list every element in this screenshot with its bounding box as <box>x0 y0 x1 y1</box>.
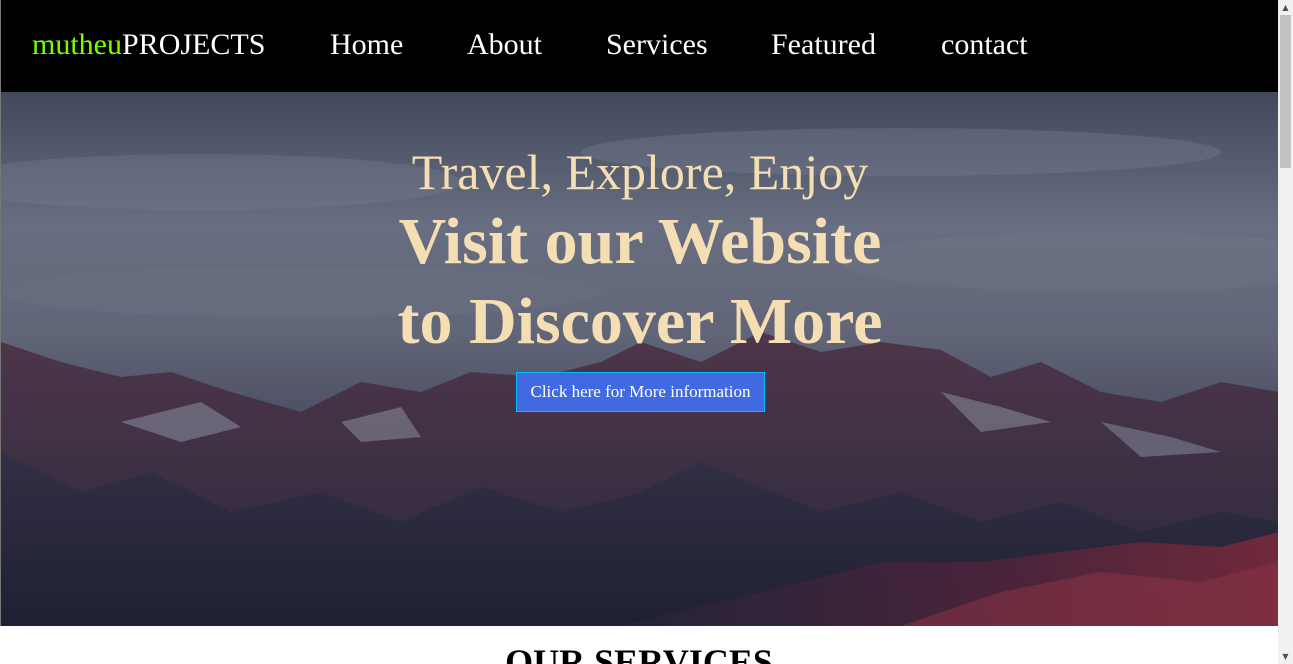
nav-link-featured[interactable]: Featured <box>771 27 876 63</box>
more-info-button[interactable]: Click here for More information <box>516 372 765 412</box>
logo-main-text: PROJECTS <box>122 28 266 61</box>
scroll-down-arrow-icon[interactable]: ▼ <box>1278 649 1293 664</box>
hero-section: Travel, Explore, Enjoy Visit our Website… <box>0 92 1278 626</box>
nav-link-contact[interactable]: contact <box>941 27 1028 63</box>
hero-title: Visit our Website to Discover More <box>1 202 1278 362</box>
scroll-up-arrow-icon[interactable]: ▲ <box>1278 0 1293 15</box>
logo[interactable]: mutheuPROJECTS <box>32 27 265 63</box>
services-heading: OUR SERVICES <box>505 642 773 664</box>
hero-subtitle: Travel, Explore, Enjoy <box>411 144 869 200</box>
scroll-thumb[interactable] <box>1280 15 1291 168</box>
navbar: mutheuPROJECTS Home About Services Featu… <box>0 0 1278 92</box>
nav-link-about[interactable]: About <box>467 27 542 63</box>
nav-link-home[interactable]: Home <box>330 27 403 63</box>
nav-link-services[interactable]: Services <box>606 27 708 63</box>
page: mutheuPROJECTS Home About Services Featu… <box>0 0 1278 664</box>
logo-accent-text: mutheu <box>32 28 122 61</box>
vertical-scrollbar[interactable]: ▲ ▼ <box>1278 0 1293 664</box>
hero-title-line2: to Discover More <box>397 285 883 358</box>
hero-title-line1: Visit our Website <box>398 205 882 278</box>
